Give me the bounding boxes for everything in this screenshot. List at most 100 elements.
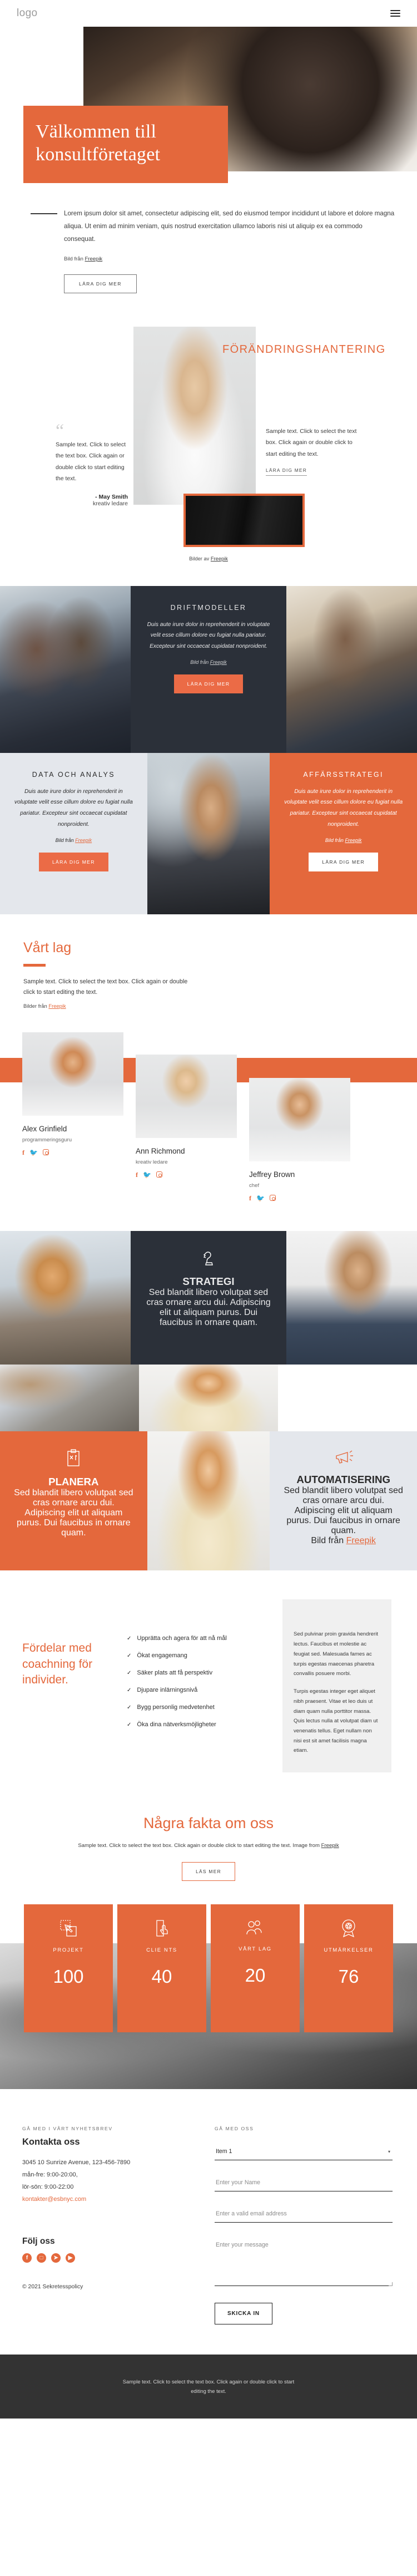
service-learn-more-button[interactable]: LÄRA DIG MER — [38, 853, 108, 872]
hamburger-icon[interactable] — [390, 10, 400, 17]
service-title: DATA OCH ANALYS — [32, 770, 115, 779]
freepik-link[interactable]: Freepik — [75, 838, 92, 843]
benefit-label: Upprätta och agera för att nå mål — [137, 1635, 227, 1642]
facts-read-more-button[interactable]: LÄS MER — [182, 1861, 235, 1881]
freepik-link[interactable]: Freepik — [345, 838, 361, 843]
contact-info: GÅ MED I VÅRT NYHETSBREV Kontakta oss 30… — [22, 2126, 189, 2324]
mosaic-title: PLANERA — [48, 1476, 99, 1488]
team-member-role: kreativ ledare — [136, 1159, 168, 1166]
hero-title-box: Välkommen till konsultföretaget — [23, 106, 228, 183]
team-member-photo — [249, 1078, 350, 1162]
team-member-photo — [136, 1055, 237, 1139]
facts-subtitle-text: Sample text. Click to select the text bo… — [78, 1843, 320, 1849]
instagram-icon[interactable]: □ — [37, 2253, 46, 2263]
testimonial-role: kreativ ledare — [92, 500, 128, 507]
freepik-link[interactable]: Freepik — [48, 1003, 66, 1009]
counter-card: CLIE NTS 40 — [117, 1904, 206, 2032]
twitter-icon[interactable]: 🐦 — [256, 1195, 265, 1202]
service-text: Duis aute irure dolor in reprehenderit i… — [147, 621, 270, 650]
instagram-icon[interactable] — [156, 1171, 162, 1179]
email-input[interactable]: Enter a valid email address — [215, 2204, 393, 2223]
chevron-down-icon: ▾ — [388, 2149, 390, 2154]
team-member-card: Alex Grinfield programmeringsguru f 🐦 — [22, 1032, 123, 1156]
contact-email[interactable]: kontakter@esbnyc.com — [22, 2193, 189, 2205]
check-icon: ✓ — [127, 1653, 132, 1659]
title-underline — [23, 963, 46, 967]
facebook-icon[interactable]: f — [22, 2253, 32, 2263]
benefit-label: Djupare inlärningsnivå — [137, 1687, 198, 1694]
images-credit-prefix: Bilder av — [189, 555, 211, 562]
benefits-section: Fördelar med coachning för individer. ✓ U… — [0, 1570, 417, 1778]
bottom-text: Sample text. Click to select the text bo… — [122, 2378, 295, 2395]
mosaic-row-2 — [0, 1365, 417, 1432]
counter-card: PROJEKT 100 — [24, 1904, 113, 2032]
benefit-item: ✓ Ökat engagemang — [127, 1652, 272, 1659]
service-title: AFFÄRSSTRATEGI — [303, 770, 384, 779]
change-management-link-button[interactable]: LÄRA DIG MER — [266, 467, 307, 476]
people-group-icon — [246, 1920, 262, 1934]
resize-handle-icon[interactable] — [389, 2282, 393, 2286]
counter-row: PROJEKT 100 CLIE NTS 40 VÅRT LAG 20 UTMÄ… — [0, 1900, 417, 2032]
credit-prefix: Bild från — [325, 838, 345, 844]
mosaic-title: AUTOMATISERING — [296, 1474, 391, 1486]
site-logo[interactable]: logo — [17, 7, 38, 19]
service-credit: Bild från Freepik — [12, 838, 135, 843]
facebook-icon[interactable]: f — [22, 1149, 24, 1156]
facebook-icon[interactable]: f — [136, 1171, 138, 1179]
instagram-icon[interactable] — [269, 1195, 276, 1202]
services-row-top: DRIFTMODELLER Duis aute irure dolor in r… — [0, 585, 417, 753]
services-row-bottom: DATA OCH ANALYS Duis aute irure dolor in… — [0, 752, 417, 914]
service-credit: Bild från Freepik — [143, 659, 274, 665]
freepik-link[interactable]: Freepik — [85, 256, 103, 262]
mobile-tap-icon — [156, 1920, 168, 1937]
service-learn-more-button[interactable]: LÄRA DIG MER — [173, 674, 244, 694]
message-textarea[interactable]: Enter your message — [215, 2235, 393, 2286]
counter-label: PROJEKT — [53, 1946, 84, 1953]
hero-learn-more-button[interactable]: LÄRA DIG MER — [64, 274, 137, 293]
mosaic-text: Sed blandit libero volutpat sed cras orn… — [284, 1486, 403, 1536]
submit-button[interactable]: SKICKA IN — [215, 2302, 272, 2324]
bottom-bar: Sample text. Click to select the text bo… — [0, 2354, 417, 2419]
benefits-title: Fördelar med coachning för individer. — [22, 1642, 93, 1687]
mosaic-title: STRATEGI — [182, 1275, 235, 1288]
benefits-list: ✓ Upprätta och agera för att nå mål ✓ Ökat… — [127, 1599, 272, 1738]
mosaic-credit: Bild från Freepik — [282, 1536, 405, 1546]
team-member-card: Ann Richmond kreativ ledare f 🐦 — [136, 1055, 237, 1179]
counter-card: UTMÄRKELSER 76 — [304, 1904, 393, 2032]
address-line: lör-sön: 9:00-22:00 — [22, 2183, 74, 2190]
clipboard-plan-icon — [67, 1449, 80, 1467]
check-icon: ✓ — [127, 1722, 132, 1728]
service-image-center — [147, 752, 270, 914]
freepik-link[interactable]: Freepik — [211, 556, 228, 562]
counter-value: 100 — [53, 1966, 84, 1987]
contact-section: GÅ MED I VÅRT NYHETSBREV Kontakta oss 30… — [0, 2089, 417, 2324]
service-image-right — [286, 585, 417, 753]
twitter-icon[interactable]: 🐦 — [29, 1149, 38, 1156]
mosaic-row-1: STRATEGI Sed blandit libero volutpat sed… — [0, 1231, 417, 1365]
mosaic-card-automatisering: AUTOMATISERING Sed blandit libero volutp… — [270, 1431, 417, 1571]
freepik-link[interactable]: Freepik — [210, 659, 227, 665]
name-input-placeholder: Enter your Name — [216, 2179, 261, 2186]
topic-select[interactable]: Item 1 ▾ — [215, 2141, 393, 2160]
images-credit: Bilder av Freepik — [0, 556, 417, 562]
name-input[interactable]: Enter your Name — [215, 2173, 393, 2191]
benefit-label: Bygg personlig medvetenhet — [137, 1704, 215, 1711]
newsletter-eyebrow: GÅ MED I VÅRT NYHETSBREV — [22, 2125, 113, 2131]
mosaic-text: Sed blandit libero volutpat sed cras orn… — [146, 1288, 271, 1328]
change-management-text: Sample text. Click to select the text bo… — [266, 427, 357, 457]
youtube-icon[interactable]: ▶ — [66, 2253, 75, 2263]
landing-page: logo Välkommen till konsultföretaget Lor… — [0, 0, 417, 2419]
change-management-title: FÖRÄNDRINGSHANTERING — [222, 343, 386, 356]
service-card-driftmodeller: DRIFTMODELLER Duis aute irure dolor in r… — [131, 585, 286, 753]
twitter-icon[interactable]: 🐦 — [143, 1171, 151, 1179]
facebook-icon[interactable]: f — [249, 1195, 251, 1202]
hero-paragraph: Lorem ipsum dolor sit amet, consectetur … — [64, 210, 395, 243]
instagram-icon[interactable] — [42, 1149, 49, 1156]
testimonial-block: “ Sample text. Click to select the text … — [56, 421, 128, 507]
service-learn-more-button[interactable]: LÄRA DIG MER — [309, 853, 379, 872]
freepik-link[interactable]: Freepik — [321, 1843, 339, 1849]
freepik-link[interactable]: Freepik — [346, 1536, 376, 1545]
team-member-socials: f 🐦 — [136, 1171, 237, 1179]
testimonial-attribution: - May Smith kreativ ledare — [56, 494, 128, 507]
twitter-icon[interactable]: ➤ — [51, 2253, 61, 2263]
